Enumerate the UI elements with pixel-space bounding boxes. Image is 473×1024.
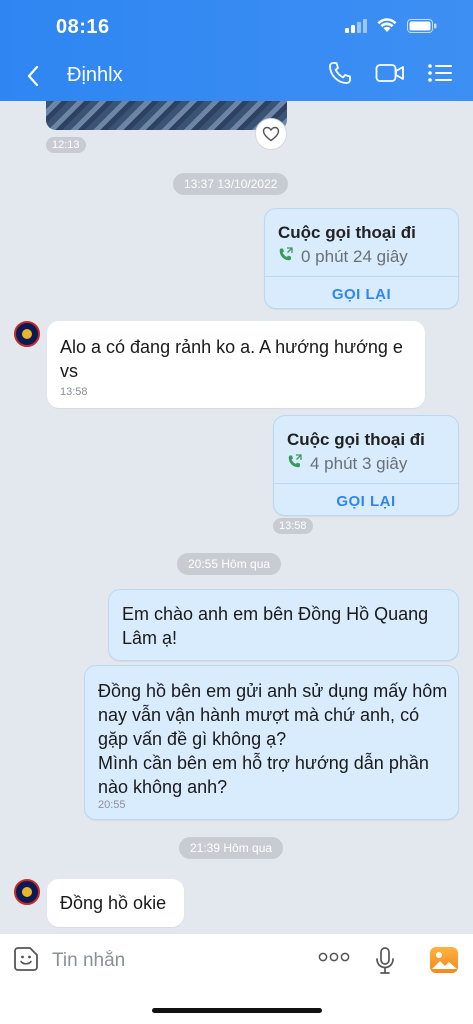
image-message[interactable]	[46, 101, 287, 130]
date-divider: 21:39 Hôm qua	[179, 837, 284, 859]
home-indicator	[152, 1008, 322, 1013]
video-call-icon[interactable]	[375, 61, 405, 85]
sticker-icon[interactable]	[13, 946, 39, 977]
message-input[interactable]	[52, 946, 292, 976]
call-divider	[274, 483, 458, 484]
message-time: 20:55	[98, 799, 126, 811]
more-options-icon[interactable]	[318, 950, 350, 969]
status-bar: 08:16	[0, 14, 473, 42]
call-duration: 4 phút 3 giây	[287, 454, 407, 474]
status-icons	[345, 18, 437, 38]
outgoing-message[interactable]: Em chào anh em bên Đồng Hồ Quang Lâm ạ!	[108, 589, 459, 661]
incoming-message[interactable]: Alo a có đang rảnh ko a. A hướng hướng e…	[47, 321, 425, 408]
outgoing-call-icon	[287, 454, 302, 474]
signal-icon	[345, 18, 367, 38]
message-text: Em chào anh em bên Đồng Hồ Quang Lâm ạ!	[122, 604, 429, 648]
incoming-message[interactable]: Đồng hồ okie	[47, 879, 184, 927]
outgoing-call-icon	[278, 247, 293, 267]
microphone-icon[interactable]	[374, 946, 396, 981]
contact-avatar[interactable]	[14, 321, 40, 347]
message-text: Alo a có đang rảnh ko a. A hướng hướng e…	[60, 337, 403, 381]
nav-bar: Địnhlx	[0, 58, 473, 94]
message-text: Đồng hồ bên em gửi anh sử dụng mấy hôm n…	[98, 681, 448, 797]
menu-list-icon[interactable]	[427, 62, 453, 84]
chat-header: 08:16 Địnhlx	[0, 0, 473, 101]
call-title: Cuộc gọi thoại đi	[287, 430, 425, 449]
chat-area[interactable]: 12:13 13:37 13/10/2022 Cuộc gọi thoại đi…	[0, 101, 473, 933]
call-divider	[265, 276, 458, 277]
message-time: 13:58	[273, 518, 313, 534]
call-back-button[interactable]: GỌI LẠI	[274, 493, 458, 510]
status-time: 08:16	[56, 16, 110, 38]
wifi-icon	[377, 18, 397, 38]
back-icon[interactable]	[22, 62, 46, 90]
call-card: Cuộc gọi thoại đi 0 phút 24 giây GỌI LẠI	[264, 208, 459, 309]
image-time: 12:13	[46, 137, 86, 153]
contact-name[interactable]: Địnhlx	[67, 64, 123, 87]
photo-gallery-icon[interactable]	[430, 947, 458, 973]
message-time: 13:58	[60, 386, 88, 398]
call-back-button[interactable]: GỌI LẠI	[265, 286, 458, 303]
header-actions	[327, 60, 453, 86]
message-text: Đồng hồ okie	[60, 893, 167, 913]
call-duration: 0 phút 24 giây	[278, 247, 408, 267]
date-divider: 13:37 13/10/2022	[173, 173, 289, 195]
call-title: Cuộc gọi thoại đi	[278, 223, 416, 242]
phone-call-icon[interactable]	[327, 60, 353, 86]
outgoing-message[interactable]: Đồng hồ bên em gửi anh sử dụng mấy hôm n…	[84, 665, 459, 820]
call-card: Cuộc gọi thoại đi 4 phút 3 giây GỌI LẠI	[273, 415, 459, 516]
battery-icon	[407, 18, 437, 38]
heart-react-icon[interactable]	[255, 118, 287, 150]
contact-avatar[interactable]	[14, 879, 40, 905]
date-divider: 20:55 Hôm qua	[177, 553, 282, 575]
